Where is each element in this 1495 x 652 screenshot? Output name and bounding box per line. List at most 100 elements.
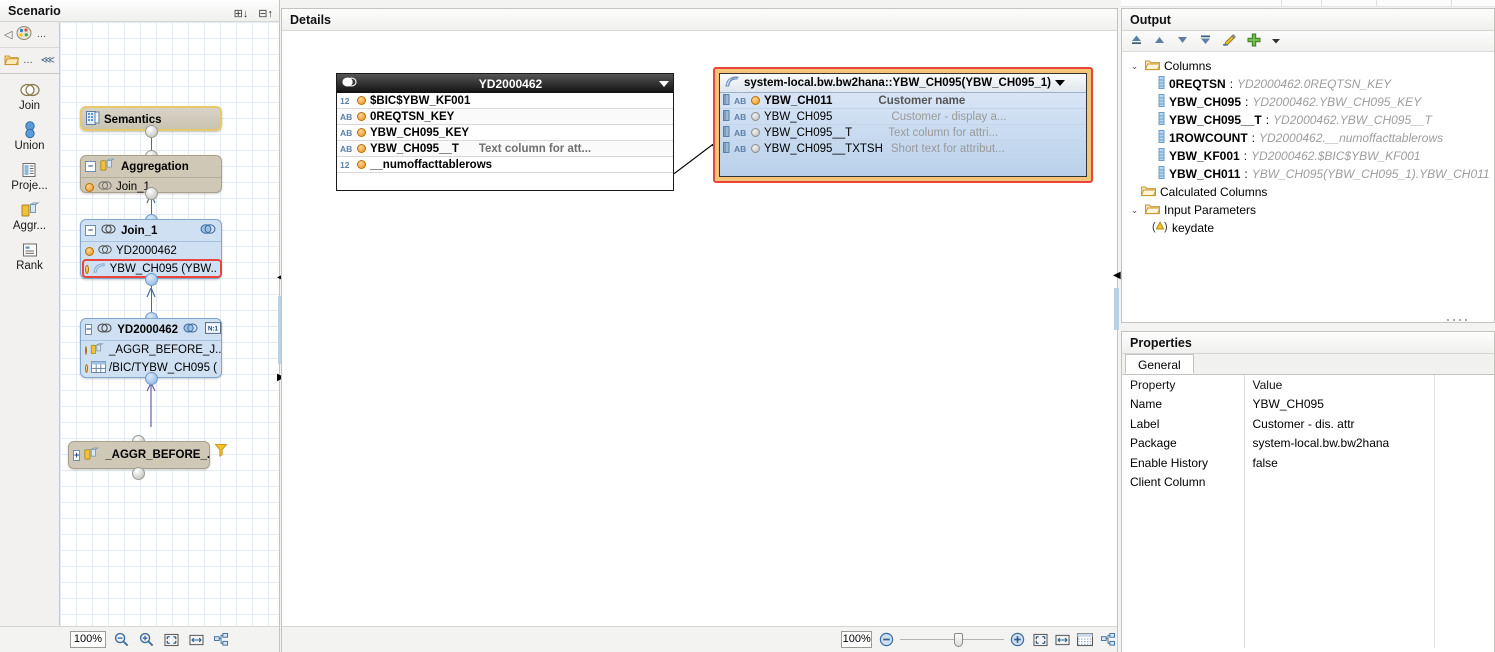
tab-general[interactable]: General xyxy=(1125,354,1194,374)
twisty-icon[interactable]: ⌄ xyxy=(1128,205,1141,216)
palette-item-union[interactable]: Union xyxy=(0,120,59,153)
property-value[interactable]: false xyxy=(1244,453,1435,473)
scenario-canvas[interactable]: Semantics − Aggregation Join_1 − Join_1 … xyxy=(60,22,279,652)
twisty-icon[interactable]: ⌄ xyxy=(1128,61,1141,72)
table-row[interactable]: Client Column xyxy=(1122,472,1494,492)
fit-page-button[interactable] xyxy=(161,631,181,649)
move-up-button[interactable] xyxy=(1153,34,1166,49)
union-icon xyxy=(20,120,40,140)
property-name: Enable History xyxy=(1122,453,1245,473)
tree-node-columns[interactable]: ⌄ Columns xyxy=(1122,57,1494,75)
details-node-left[interactable]: YD2000462 12 $BIC$YBW_KF001 AB 0REQTSN_K… xyxy=(336,73,674,191)
add-button[interactable] xyxy=(1247,33,1261,50)
collapse-palette-icon[interactable]: ⋘ xyxy=(41,55,55,66)
layout-button[interactable] xyxy=(1099,631,1117,649)
port-semantics-bottom[interactable] xyxy=(145,125,158,138)
table-row[interactable]: Label Customer - dis. attr xyxy=(1122,414,1494,434)
tree-item-column[interactable]: YBW_CH095__T: YD2000462.YBW_CH095__T xyxy=(1122,111,1494,129)
port-yd-bottom[interactable] xyxy=(145,372,158,385)
chevron-down-icon[interactable] xyxy=(659,80,669,87)
details-node-left-header[interactable]: YD2000462 xyxy=(337,74,673,93)
zoom-in-button[interactable] xyxy=(136,631,156,649)
tree-item-column[interactable]: YBW_CH095: YD2000462.YBW_CH095_KEY xyxy=(1122,93,1494,111)
details-right-column-row[interactable]: AB YBW_CH095 Customer - display a... xyxy=(720,109,1086,125)
output-bullet-icon[interactable] xyxy=(751,144,760,153)
details-node-right[interactable]: system-local.bw.bw2hana::YBW_CH095(YBW_C… xyxy=(719,73,1087,177)
tree-item-column[interactable]: 1ROWCOUNT: YD2000462.__numoffacttablerow… xyxy=(1122,129,1494,147)
join1-expander[interactable]: − xyxy=(85,225,96,236)
output-tree[interactable]: ⌄ Columns 0REQTSN: YD2000462.0REQTSN_KEY… xyxy=(1122,54,1494,308)
tree-item-parameter[interactable]: () keydate xyxy=(1122,219,1494,237)
details-left-column-row[interactable]: 12 __numoffacttablerows xyxy=(337,157,673,173)
show-grid-button[interactable] xyxy=(1076,631,1094,649)
fit-width-button[interactable] xyxy=(186,631,206,649)
output-bullet-icon[interactable] xyxy=(357,96,366,105)
tree-node-calculated-columns[interactable]: Calculated Columns xyxy=(1122,183,1494,201)
scenario-node-aggr-before[interactable]: + _AGGR_BEFORE_. xyxy=(68,441,228,469)
join1-child-row-0[interactable]: YD2000462 xyxy=(81,242,221,260)
output-bullet-icon[interactable] xyxy=(357,128,366,137)
move-down-button[interactable] xyxy=(1176,34,1189,49)
yd-expander[interactable]: − xyxy=(85,324,93,335)
output-bullet-icon[interactable] xyxy=(751,96,760,105)
scenario-node-yd2000462[interactable]: − YD2000462 N:1 _AGGR_BEFORE_J.. /BIC/TY… xyxy=(80,318,222,378)
palette-icon[interactable] xyxy=(16,25,32,44)
panel-resize-grip[interactable] xyxy=(1447,317,1487,323)
palette-folder-more-icon[interactable]: … xyxy=(23,55,33,66)
zoom-slider-knob[interactable] xyxy=(953,632,963,647)
output-bullet-icon[interactable] xyxy=(357,112,366,121)
output-bullet-icon[interactable] xyxy=(357,144,366,153)
details-zoom-value[interactable]: 100% xyxy=(841,631,873,648)
layout-button[interactable] xyxy=(211,631,231,649)
details-left-column-row[interactable]: AB 0REQTSN_KEY xyxy=(337,109,673,125)
details-node-right-header[interactable]: system-local.bw.bw2hana::YBW_CH095(YBW_C… xyxy=(720,74,1086,93)
details-right-column-row[interactable]: AB YBW_CH095__T Text column for attri... xyxy=(720,125,1086,141)
palette-item-aggregation[interactable]: Aggr... xyxy=(0,200,59,233)
move-to-bottom-button[interactable] xyxy=(1199,34,1212,49)
move-to-top-button[interactable] xyxy=(1130,34,1143,49)
aggrbefore-expander[interactable]: + xyxy=(73,449,81,461)
property-value[interactable] xyxy=(1244,472,1435,492)
details-right-column-row[interactable]: AB YBW_CH095__TXTSH Short text for attri… xyxy=(720,141,1086,157)
port-join-bottom[interactable] xyxy=(145,273,158,286)
tree-item-column[interactable]: YBW_KF001: YD2000462.$BIC$YBW_KF001 xyxy=(1122,147,1494,165)
port-aggrbefore-bottom[interactable] xyxy=(132,467,145,480)
palette-item-join[interactable]: Join xyxy=(0,80,59,113)
palette-item-rank[interactable]: Rank xyxy=(0,240,59,273)
port-aggregation-bottom[interactable] xyxy=(145,187,158,200)
output-bullet-icon[interactable] xyxy=(357,160,366,169)
yd-child-row-0[interactable]: _AGGR_BEFORE_J.. xyxy=(81,341,221,359)
details-left-column-row[interactable]: 12 $BIC$YBW_KF001 xyxy=(337,93,673,109)
property-value[interactable]: Customer - dis. attr xyxy=(1244,414,1435,434)
zoom-out-button[interactable] xyxy=(877,631,895,649)
aggregation-expander[interactable]: − xyxy=(85,161,96,172)
scenario-zoom-value[interactable]: 100% xyxy=(70,631,106,648)
output-bullet-icon[interactable] xyxy=(751,112,760,121)
details-left-column-row[interactable]: AB YBW_CH095__T Text column for att... xyxy=(337,141,673,157)
zoom-slider[interactable] xyxy=(899,632,1004,647)
tree-item-column[interactable]: 0REQTSN: YD2000462.0REQTSN_KEY xyxy=(1122,75,1494,93)
pointer-tool-icon[interactable]: ◁ xyxy=(4,28,12,41)
chevron-down-icon[interactable] xyxy=(1054,80,1065,86)
palette-more-icon[interactable]: … xyxy=(36,29,46,40)
zoom-out-button[interactable] xyxy=(111,631,131,649)
tree-node-input-parameters[interactable]: ⌄ Input Parameters xyxy=(1122,201,1494,219)
table-row[interactable]: Package system-local.bw.bw2hana xyxy=(1122,433,1494,453)
table-row[interactable]: Name YBW_CH095 xyxy=(1122,394,1494,414)
splitter-grip-right[interactable] xyxy=(1114,288,1119,330)
table-row[interactable]: Enable History false xyxy=(1122,453,1494,473)
details-left-column-row[interactable]: AB YBW_CH095_KEY xyxy=(337,125,673,141)
fit-page-button[interactable] xyxy=(1031,631,1049,649)
tree-item-column[interactable]: YBW_CH011: YBW_CH095(YBW_CH095_1).YBW_CH… xyxy=(1122,165,1494,183)
property-value[interactable]: system-local.bw.bw2hana xyxy=(1244,433,1435,453)
property-value[interactable]: YBW_CH095 xyxy=(1244,394,1435,414)
zoom-in-button[interactable] xyxy=(1009,631,1027,649)
palette-item-projection[interactable]: Proje... xyxy=(0,160,59,193)
details-right-column-row[interactable]: AB YBW_CH011 Customer name xyxy=(720,93,1086,109)
details-canvas[interactable]: YD2000462 12 $BIC$YBW_KF001 AB 0REQTSN_K… xyxy=(282,32,1117,626)
fit-width-button[interactable] xyxy=(1054,631,1072,649)
edit-button[interactable] xyxy=(1222,33,1237,49)
output-bullet-icon[interactable] xyxy=(751,128,760,137)
folder-icon[interactable] xyxy=(4,53,20,69)
add-dropdown-button[interactable] xyxy=(1271,34,1281,48)
